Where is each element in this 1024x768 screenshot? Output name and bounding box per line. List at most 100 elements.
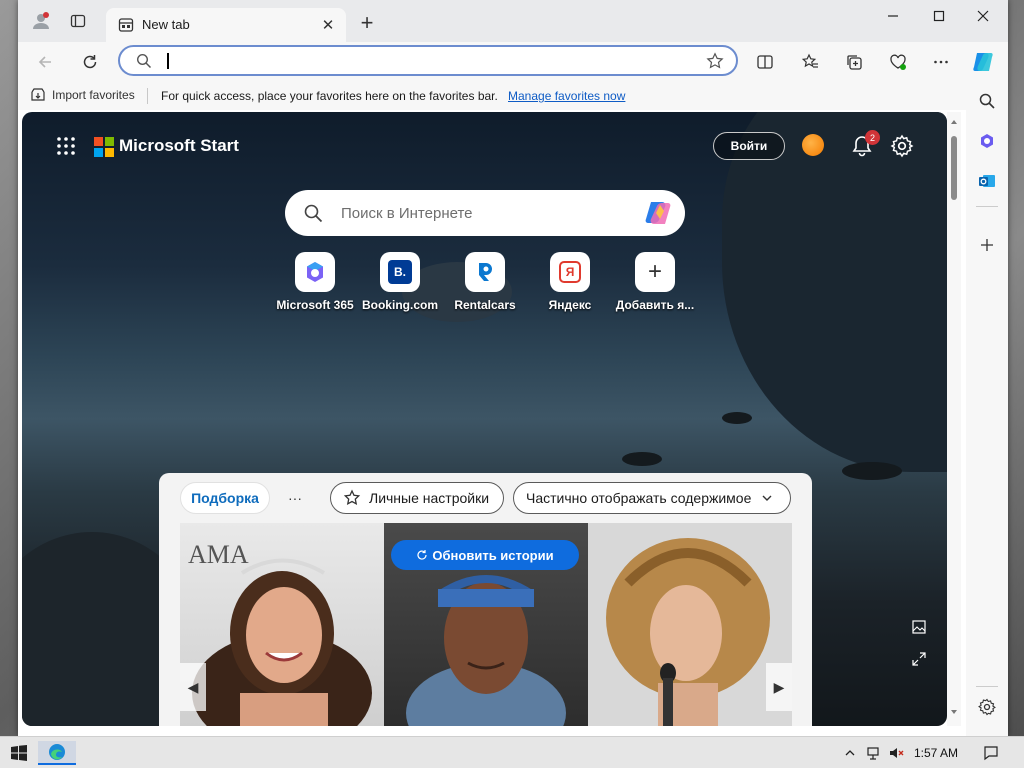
content-display-dropdown[interactable]: Частично отображать содержимое (513, 482, 791, 514)
svg-text:AMA: AMA (188, 540, 249, 569)
feed-more-icon[interactable]: ··· (280, 482, 310, 514)
split-screen-icon[interactable] (752, 49, 778, 75)
rock-background (722, 412, 752, 424)
carousel-prev-icon[interactable]: ◀ (180, 663, 206, 711)
quick-link-label: Яндекс (548, 298, 592, 312)
profile-icon[interactable] (30, 10, 52, 32)
personalize-button[interactable]: Личные настройки (330, 482, 504, 514)
quick-link-label: Booking.com (361, 298, 438, 312)
quick-link-rentalcars[interactable]: Rentalcars (440, 252, 530, 312)
title-bar: New tab ✕ + (18, 0, 1008, 42)
sign-in-button[interactable]: Войти (713, 132, 785, 160)
favorites-bar: Import favorites For quick access, place… (18, 82, 1008, 110)
sidebar-search-icon[interactable] (974, 88, 1000, 114)
address-input[interactable] (166, 52, 666, 70)
scrollbar-thumb[interactable] (951, 136, 957, 200)
taskbar: 1:57 AM (0, 736, 1024, 768)
favorite-star-icon[interactable] (706, 52, 724, 70)
notifications-center-icon[interactable] (980, 741, 1002, 765)
quick-link-label: Rentalcars (454, 298, 516, 312)
browser-essentials-icon[interactable] (885, 49, 911, 75)
favorites-icon[interactable] (797, 49, 823, 75)
search-icon (136, 53, 152, 69)
rock-background (622, 452, 662, 466)
rewards-icon[interactable] (802, 134, 824, 156)
news-image[interactable] (588, 523, 792, 726)
personalize-label: Личные настройки (369, 490, 490, 506)
volume-muted-icon[interactable] (886, 741, 906, 765)
import-favorites-button[interactable]: Import favorites (30, 87, 135, 103)
rentalcars-icon (465, 252, 505, 292)
quick-link-booking[interactable]: B. Booking.com (355, 252, 445, 312)
search-icon (304, 204, 323, 223)
sidebar-outlook-icon[interactable] (974, 168, 1000, 194)
refresh-stories-button[interactable]: Обновить истории (391, 540, 579, 570)
address-toolbar (18, 42, 1008, 82)
scroll-up-icon[interactable] (950, 118, 958, 126)
minimize-button[interactable] (870, 5, 916, 27)
scroll-down-icon[interactable] (950, 708, 958, 716)
quick-link-add[interactable]: + Добавить я... (610, 252, 700, 312)
news-image[interactable]: AMA (180, 523, 384, 726)
manage-favorites-link[interactable]: Manage favorites now (508, 89, 625, 103)
page-scrollbar[interactable] (947, 112, 961, 726)
close-tab-icon[interactable]: ✕ (318, 15, 338, 35)
content-display-label: Частично отображать содержимое (526, 490, 752, 506)
new-tab-page: Microsoft Start Войти 2 Поиск в Интернет… (22, 112, 947, 726)
refresh-stories-label: Обновить истории (432, 547, 554, 563)
tab-actions-icon[interactable] (67, 10, 89, 32)
windows-start-icon[interactable] (6, 741, 32, 765)
quick-link-label: Добавить я... (615, 298, 695, 312)
feed-tab-top-stories[interactable]: Подборка (180, 482, 270, 514)
carousel-next-icon[interactable]: ▶ (766, 663, 792, 711)
sidebar-settings-icon[interactable] (974, 694, 1000, 720)
address-bar[interactable] (118, 45, 738, 76)
yandex-icon: Я (550, 252, 590, 292)
quick-link-microsoft-365[interactable]: Microsoft 365 (270, 252, 360, 312)
sidebar-add-icon[interactable] (974, 232, 1000, 258)
personalize-star-icon (343, 489, 361, 506)
taskbar-edge-icon[interactable] (38, 741, 76, 765)
back-icon[interactable] (32, 49, 58, 75)
edge-sidebar (966, 82, 1008, 736)
quick-link-label: Microsoft 365 (276, 298, 354, 312)
microsoft-logo-icon (94, 137, 114, 157)
notification-badge: 2 (865, 130, 880, 145)
search-placeholder: Поиск в Интернете (341, 205, 473, 222)
collections-icon[interactable] (841, 49, 867, 75)
new-tab-button[interactable]: + (356, 12, 378, 35)
expand-icon[interactable] (910, 650, 928, 668)
plus-icon: + (635, 252, 675, 292)
copilot-search-icon[interactable] (643, 199, 673, 227)
news-feed: Подборка ··· Личные настройки Частично о… (159, 473, 812, 726)
sidebar-divider (976, 686, 998, 687)
sidebar-divider (976, 206, 998, 207)
tab-title: New tab (142, 17, 190, 32)
taskbar-clock[interactable]: 1:57 AM (914, 746, 958, 760)
close-window-button[interactable] (960, 5, 1006, 27)
refresh-icon (417, 550, 428, 560)
tray-expand-icon[interactable] (840, 741, 860, 765)
chevron-down-icon (762, 495, 772, 501)
more-options-icon[interactable] (928, 49, 954, 75)
app-launcher-icon[interactable] (56, 136, 76, 156)
browser-window: New tab ✕ + Import favorites For quick a… (18, 0, 1008, 736)
maximize-button[interactable] (916, 5, 962, 27)
import-icon (31, 88, 45, 101)
new-tab-page-icon (118, 18, 134, 32)
tab-new-tab[interactable]: New tab ✕ (106, 8, 346, 42)
cliff-background (722, 112, 947, 472)
web-search-box[interactable]: Поиск в Интернете (285, 190, 685, 236)
quick-link-yandex[interactable]: Я Яндекс (525, 252, 615, 312)
sidebar-microsoft-365-icon[interactable] (974, 128, 1000, 154)
refresh-icon[interactable] (77, 49, 103, 75)
network-icon[interactable] (864, 741, 884, 765)
page-settings-icon[interactable] (890, 134, 914, 158)
rock-background (842, 462, 902, 480)
divider (147, 88, 148, 104)
background-image-icon[interactable] (910, 618, 928, 636)
favorites-bar-message: For quick access, place your favorites h… (161, 89, 498, 103)
microsoft-365-icon (295, 252, 335, 292)
copilot-icon[interactable] (970, 49, 996, 75)
text-cursor (167, 53, 169, 69)
